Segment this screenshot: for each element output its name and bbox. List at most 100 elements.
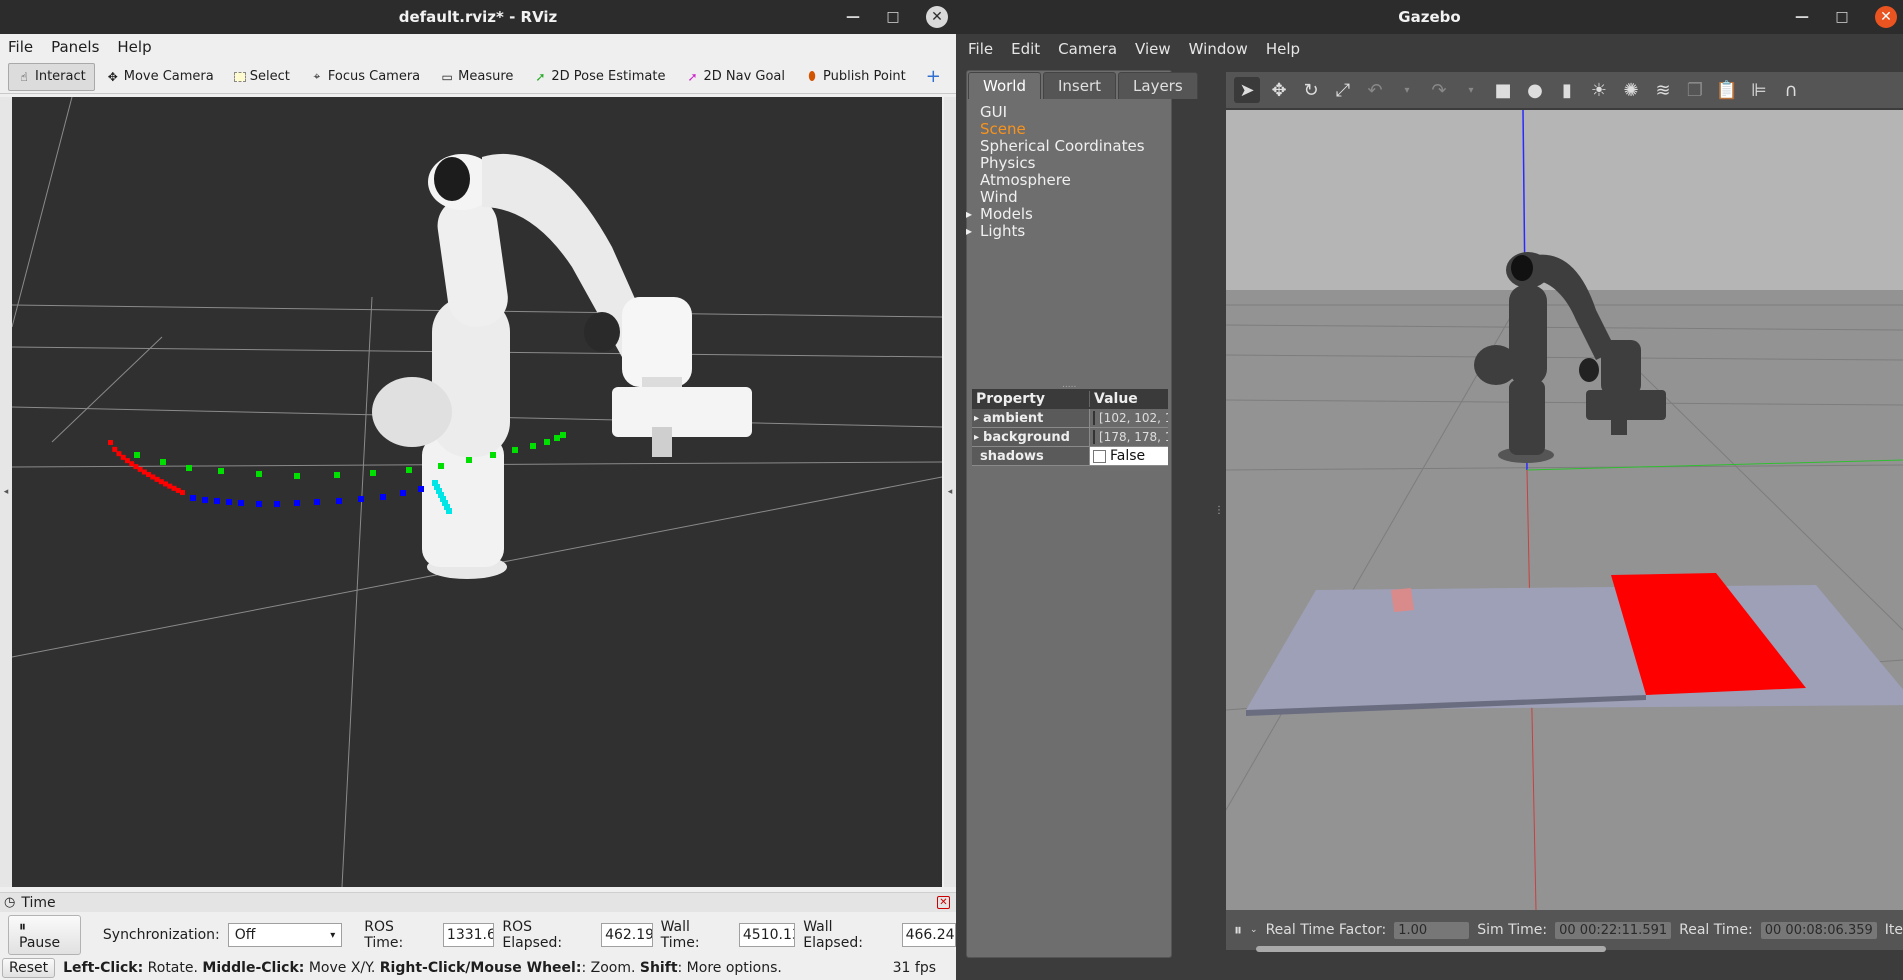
translate-icon[interactable]: ✥ — [1266, 77, 1292, 103]
undo-icon[interactable]: ↶ — [1362, 77, 1388, 103]
rviz-titlebar[interactable]: default.rviz* - RViz — □ ✕ — [0, 0, 956, 34]
panel-splitter[interactable]: ⋮ — [1214, 505, 1224, 516]
select-button[interactable]: Select — [225, 63, 299, 91]
green-marker — [218, 468, 224, 474]
reset-button[interactable]: Reset — [2, 958, 56, 978]
menu-camera[interactable]: Camera — [1058, 40, 1117, 58]
publish-point-button[interactable]: ⬮ Publish Point — [796, 63, 915, 91]
spot-light-icon[interactable]: ✺ — [1618, 77, 1644, 103]
pink-cube — [1391, 588, 1414, 612]
close-panel-icon[interactable]: ✕ — [937, 896, 950, 909]
sync-value: Off — [234, 927, 256, 943]
interact-button[interactable]: ☝ Interact — [8, 62, 95, 91]
select-arrow-icon[interactable]: ➤ — [1234, 77, 1260, 103]
maximize-icon[interactable]: □ — [886, 9, 900, 25]
tab-layers[interactable]: Layers — [1118, 72, 1198, 99]
paste-icon[interactable]: 📋 — [1714, 77, 1740, 103]
menu-help[interactable]: Help — [1266, 40, 1300, 58]
copy-icon[interactable]: ❐ — [1682, 77, 1708, 103]
minimize-icon[interactable]: — — [846, 9, 860, 25]
pause-button[interactable]: ⏸ Pause — [8, 915, 81, 955]
tab-world[interactable]: World — [968, 72, 1041, 99]
rotate-icon[interactable]: ↻ — [1298, 77, 1324, 103]
minimize-icon[interactable]: — — [1795, 9, 1809, 25]
status-key-shift: Shift — [639, 960, 678, 976]
directional-light-icon[interactable]: ≋ — [1650, 77, 1676, 103]
property-name: shadows — [972, 447, 1090, 465]
align-icon[interactable]: ⊫ — [1746, 77, 1772, 103]
time-panel-title: Time — [21, 894, 56, 911]
wall-time-field[interactable]: 4510.13 — [738, 923, 796, 947]
ros-elapsed-field[interactable]: 462.19 — [601, 923, 653, 947]
right-dock-handle[interactable]: ◂ — [944, 97, 956, 887]
menu-window[interactable]: Window — [1189, 40, 1248, 58]
wall-elapsed-field[interactable]: 466.24 — [901, 923, 956, 947]
move-camera-button[interactable]: ✥ Move Camera — [97, 63, 223, 91]
undo-dropdown-icon[interactable]: ▾ — [1394, 77, 1420, 103]
rviz-window: default.rviz* - RViz — □ ✕ File Panels H… — [0, 0, 956, 980]
redo-dropdown-icon[interactable]: ▾ — [1458, 77, 1484, 103]
sync-select[interactable]: Off ▾ — [227, 923, 343, 947]
sphere-shape-icon[interactable]: ● — [1522, 77, 1548, 103]
rviz-3d-viewport[interactable] — [12, 97, 942, 887]
shadows-checkbox[interactable] — [1093, 449, 1106, 463]
tree-item-lights[interactable]: Lights — [980, 223, 1145, 240]
left-dock-handle[interactable]: ◂ — [0, 97, 12, 887]
select-label: Select — [249, 69, 290, 84]
tree-item-wind[interactable]: Wind — [980, 189, 1145, 206]
close-icon[interactable]: ✕ — [926, 6, 948, 28]
blue-marker — [418, 486, 424, 492]
gazebo-titlebar[interactable]: Gazebo — □ ✕ — [956, 0, 1903, 34]
point-light-icon[interactable]: ☀ — [1586, 77, 1612, 103]
menu-view[interactable]: View — [1135, 40, 1171, 58]
nav-goal-button[interactable]: ➚ 2D Nav Goal — [676, 63, 794, 91]
rviz-window-controls: — □ ✕ — [846, 0, 948, 34]
step-icon[interactable]: ⌄ — [1250, 925, 1258, 935]
pose-estimate-button[interactable]: ➚ 2D Pose Estimate — [524, 63, 674, 91]
snap-icon[interactable]: ∩ — [1778, 77, 1804, 103]
blue-marker — [202, 497, 208, 503]
rtf-value: 1.00 — [1394, 921, 1470, 939]
tab-insert[interactable]: Insert — [1043, 72, 1117, 99]
cyan-marker — [446, 508, 452, 514]
ros-time-field[interactable]: 1331.66 — [442, 923, 495, 947]
robot-arm — [372, 153, 752, 579]
gazebo-3d-viewport[interactable] — [1226, 110, 1903, 910]
scale-icon[interactable]: ⤢ — [1330, 77, 1356, 103]
cylinder-shape-icon[interactable]: ▮ — [1554, 77, 1580, 103]
maximize-icon[interactable]: □ — [1835, 9, 1849, 25]
tree-item-spherical-coordinates[interactable]: Spherical Coordinates — [980, 138, 1145, 155]
menu-panels[interactable]: Panels — [49, 38, 101, 56]
red-marker — [112, 446, 118, 452]
tree-item-atmosphere[interactable]: Atmosphere — [980, 172, 1145, 189]
menu-help[interactable]: Help — [115, 38, 153, 56]
tree-item-physics[interactable]: Physics — [980, 155, 1145, 172]
property-value: False — [1090, 447, 1168, 465]
measure-button[interactable]: ▭ Measure — [431, 63, 522, 91]
ambient-label: ambient — [983, 410, 1044, 426]
status-scrollbar[interactable] — [1256, 946, 1606, 952]
gazebo-scene — [1226, 110, 1903, 910]
tree-item-models[interactable]: Models — [980, 206, 1145, 223]
focus-camera-button[interactable]: ⌖ Focus Camera — [301, 63, 429, 91]
wall-time-label: Wall Time: — [660, 919, 700, 951]
menu-file[interactable]: File — [968, 40, 993, 58]
property-row-ambient[interactable]: ▸ambient [102, 102, 10… — [972, 409, 1168, 428]
redo-icon[interactable]: ↷ — [1426, 77, 1452, 103]
real-time-value: 00 00:08:06.359 — [1760, 921, 1877, 939]
green-marker — [160, 459, 166, 465]
rviz-toolbar: ☝ Interact ✥ Move Camera Select ⌖ Focus Cam… — [0, 60, 956, 94]
tree-item-scene[interactable]: Scene — [980, 121, 1145, 138]
box-shape-icon[interactable]: ■ — [1490, 77, 1516, 103]
property-name: ▸ ambient — [972, 409, 1090, 427]
red-marker — [180, 490, 185, 495]
property-name: ▸ background — [972, 428, 1090, 446]
add-tool-button[interactable]: + — [917, 63, 950, 91]
close-icon[interactable]: ✕ — [1875, 6, 1897, 28]
pause-icon[interactable]: ⏸ — [1234, 920, 1242, 940]
property-row-background[interactable]: ▸background [178, 178, 17… — [972, 428, 1168, 447]
tree-item-gui[interactable]: GUI — [980, 104, 1145, 121]
menu-file[interactable]: File — [6, 38, 35, 56]
property-row-shadows[interactable]: shadows False — [972, 447, 1168, 466]
menu-edit[interactable]: Edit — [1011, 40, 1040, 58]
